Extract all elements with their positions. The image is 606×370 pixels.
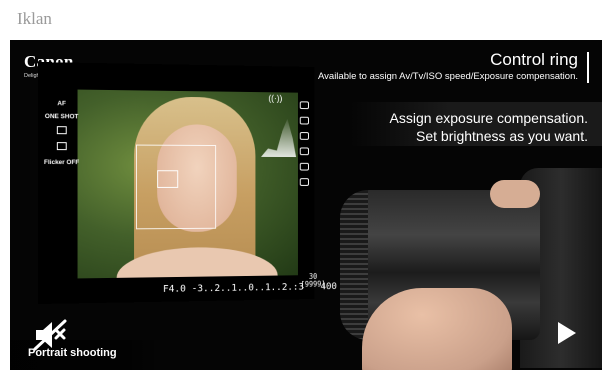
metering-icon <box>44 126 79 136</box>
headline-title: Control ring <box>490 50 578 69</box>
drive-mode-label: ONE SHOT <box>44 113 79 121</box>
wifi-icon: ((·)) <box>268 93 283 104</box>
caption-line-1: Assign exposure compensation. <box>389 110 588 126</box>
video-player[interactable]: Canon Delighting You Always Control ring… <box>10 40 602 370</box>
picture-style-icon <box>299 178 309 186</box>
lcd-right-panel <box>298 101 311 193</box>
face-detect-icon <box>44 142 79 152</box>
card-icon <box>299 116 309 125</box>
shots-remaining: 30 [9999] <box>300 272 326 289</box>
lcd-bottom-readout: F4.0 -3..2..1..0..1..2.:3 400 30 [9999] <box>162 272 337 295</box>
hand-shape <box>362 288 512 370</box>
play-icon[interactable] <box>556 320 578 346</box>
lcd-left-panel: AF ONE SHOT Flicker OFF <box>44 100 79 172</box>
shots-bottom: [9999] <box>300 279 326 289</box>
gear-icon <box>299 132 309 140</box>
caption-line-2: Set brightness as you want. <box>416 128 588 144</box>
hand-fingers <box>490 180 540 208</box>
white-balance-icon <box>299 162 309 171</box>
mute-icon[interactable] <box>32 318 68 352</box>
headline-subtitle: Available to assign Av/Tv/ISO speed/Expo… <box>318 71 578 82</box>
battery-icon <box>299 101 309 110</box>
quality-icon <box>299 147 309 156</box>
ad-label: Iklan <box>17 9 52 28</box>
af-mode-label: AF <box>57 100 66 108</box>
headline-divider <box>587 52 589 83</box>
camera-lcd-screen: ((·)) AF ONE SHOT Flicker OFF F4.0 -3..2… <box>38 62 337 304</box>
aperture-value: F4.0 <box>162 283 186 295</box>
control-ring <box>340 190 368 340</box>
exposure-scale: -3..2..1..0..1..2.:3 <box>191 281 304 295</box>
eye-af-box <box>157 170 179 188</box>
flicker-label: Flicker OFF <box>43 158 80 166</box>
